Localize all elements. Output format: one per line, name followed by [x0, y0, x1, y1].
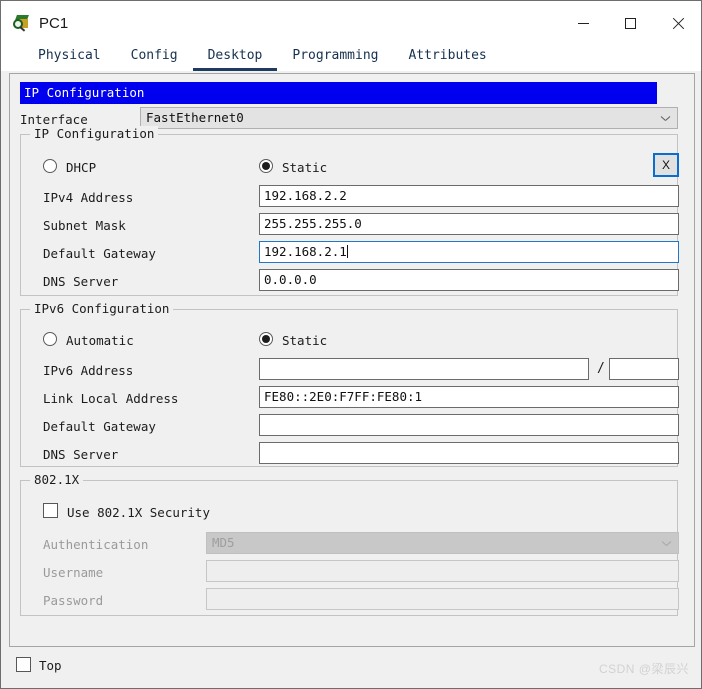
tab-desktop[interactable]: Desktop	[192, 48, 278, 71]
close-button[interactable]	[654, 1, 701, 45]
ipv4-address-label: IPv4 Address	[43, 190, 134, 205]
link-local-address-input[interactable]: FE80::2E0:F7FF:FE80:1	[259, 386, 679, 408]
maximize-icon	[625, 17, 636, 29]
ip-configuration-close-button[interactable]: X	[653, 153, 679, 177]
window-titlebar: PC1	[1, 1, 701, 45]
ipv6-dns-server-input[interactable]	[259, 442, 679, 464]
ipv6-default-gateway-input[interactable]	[259, 414, 679, 436]
pc-device-window: PC1 Physical Config Desktop Programming …	[0, 0, 702, 689]
radio-static-ipv6[interactable]	[259, 332, 273, 346]
radio-dhcp-label: DHCP	[66, 160, 97, 175]
tab-programming[interactable]: Programming	[277, 48, 393, 71]
radio-static-ipv6-label: Static	[282, 333, 328, 348]
interface-select-value: FastEthernet0	[146, 110, 244, 125]
watermark: CSDN @梁辰兴	[598, 662, 689, 676]
device-pc-icon	[13, 14, 31, 32]
radio-automatic-ipv6-label: Automatic	[66, 333, 134, 348]
dns-server-label: DNS Server	[43, 274, 119, 289]
dns-server-input[interactable]: 0.0.0.0	[259, 269, 679, 291]
ipv6-prefix-input[interactable]	[609, 358, 679, 380]
radio-static-ipv4[interactable]	[259, 159, 273, 173]
dns-server-value: 0.0.0.0	[264, 272, 317, 287]
authentication-select[interactable]: MD5	[206, 532, 679, 554]
password-label: Password	[43, 593, 104, 608]
use-dot1x-security-checkbox[interactable]	[43, 503, 58, 518]
authentication-label: Authentication	[43, 537, 149, 552]
tab-attributes[interactable]: Attributes	[393, 48, 501, 71]
interface-select[interactable]: FastEthernet0	[140, 107, 678, 129]
subnet-mask-label: Subnet Mask	[43, 218, 126, 233]
maximize-button[interactable]	[607, 1, 654, 45]
ip-configuration-panel: IP Configuration Interface FastEthernet0…	[9, 73, 695, 647]
ipv6-default-gateway-label: Default Gateway	[43, 419, 156, 434]
default-gateway-input[interactable]: 192.168.2.1	[259, 241, 679, 263]
window-controls	[560, 1, 701, 45]
ipv6-dns-server-label: DNS Server	[43, 447, 119, 462]
ipv4-address-value: 192.168.2.2	[264, 188, 347, 203]
ipv4-address-input[interactable]: 192.168.2.2	[259, 185, 679, 207]
text-caret	[346, 245, 348, 258]
subnet-mask-value: 255.255.255.0	[264, 216, 362, 231]
ipv4-group-title: IP Configuration	[30, 126, 159, 142]
ipv6-prefix-separator: /	[597, 361, 605, 376]
tab-physical[interactable]: Physical	[23, 48, 116, 71]
subnet-mask-input[interactable]: 255.255.255.0	[259, 213, 679, 235]
dot1x-group: 802.1X Use 802.1X Security Authenticatio…	[20, 472, 679, 616]
username-input[interactable]	[206, 560, 679, 582]
ipv6-address-label: IPv6 Address	[43, 363, 134, 378]
password-input[interactable]	[206, 588, 679, 610]
minimize-icon	[578, 22, 589, 24]
minimize-button[interactable]	[560, 1, 607, 45]
chevron-down-icon	[662, 540, 671, 549]
link-local-address-value: FE80::2E0:F7FF:FE80:1	[264, 389, 423, 404]
tab-config[interactable]: Config	[116, 48, 193, 71]
top-checkbox[interactable]	[16, 657, 31, 672]
window-footer: Top CSDN @梁辰兴	[9, 648, 695, 684]
ipv6-address-input[interactable]	[259, 358, 589, 380]
ip-configuration-titlebar: IP Configuration	[20, 82, 657, 104]
close-icon	[671, 17, 684, 30]
use-dot1x-security-label: Use 802.1X Security	[67, 505, 210, 520]
chevron-down-icon	[661, 115, 670, 124]
ipv4-configuration-group: IP Configuration DHCP Static IPv4 Addres…	[20, 126, 679, 296]
desktop-tab-content: IP Configuration Interface FastEthernet0…	[1, 71, 701, 688]
authentication-select-value: MD5	[212, 535, 235, 550]
link-local-address-label: Link Local Address	[43, 391, 179, 406]
top-label: Top	[39, 658, 62, 673]
default-gateway-value: 192.168.2.1	[264, 244, 347, 259]
main-tabbar: Physical Config Desktop Programming Attr…	[1, 45, 701, 71]
window-title: PC1	[39, 14, 69, 32]
radio-automatic-ipv6[interactable]	[43, 332, 57, 346]
ipv6-configuration-group: IPv6 Configuration Automatic Static IPv6…	[20, 301, 679, 467]
ipv6-group-title: IPv6 Configuration	[30, 301, 174, 317]
default-gateway-label: Default Gateway	[43, 246, 156, 261]
radio-dhcp[interactable]	[43, 159, 57, 173]
titlebar-left: PC1	[1, 14, 68, 32]
dot1x-group-title: 802.1X	[30, 472, 84, 488]
radio-static-ipv4-label: Static	[282, 160, 328, 175]
username-label: Username	[43, 565, 104, 580]
